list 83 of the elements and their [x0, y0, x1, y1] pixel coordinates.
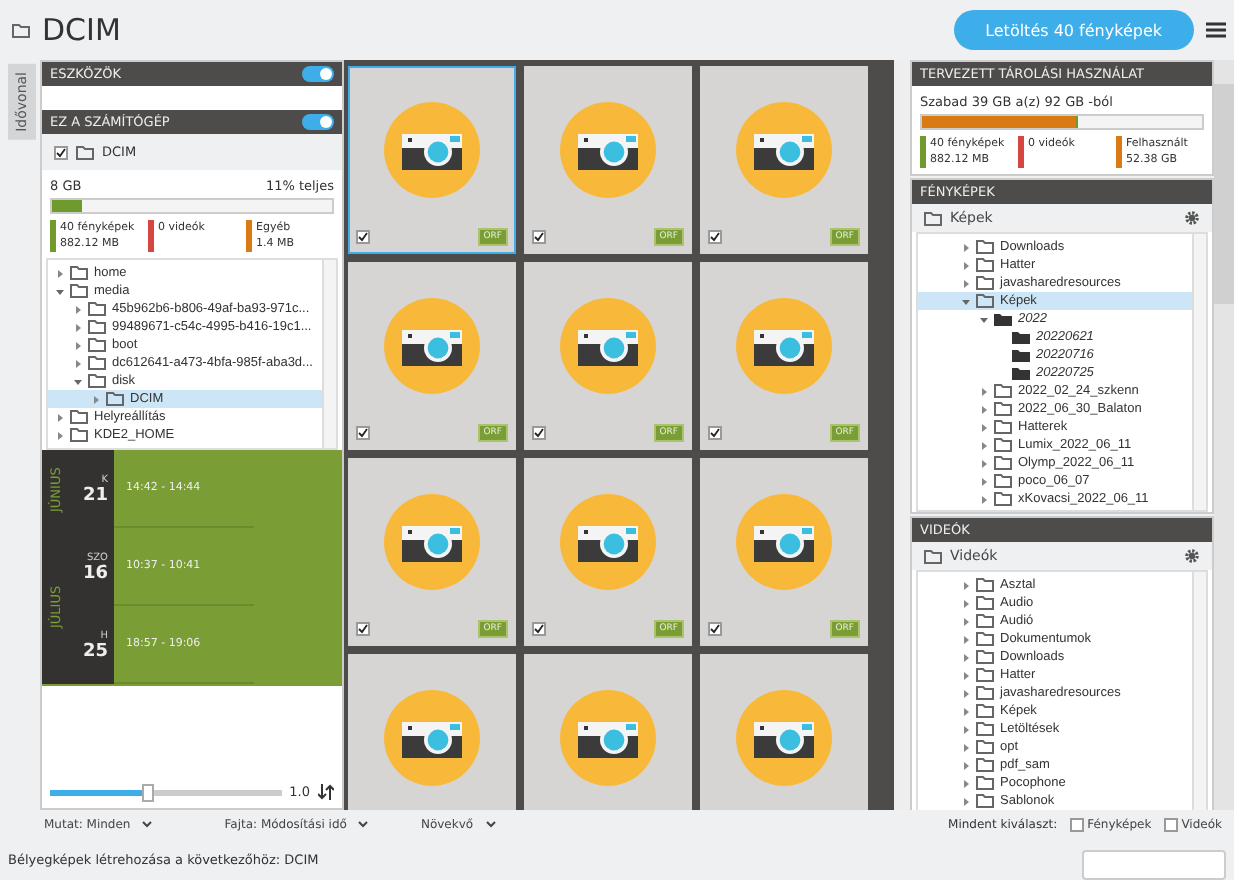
- day-number: 16: [82, 563, 108, 583]
- caret-icon[interactable]: [962, 743, 970, 751]
- caret-icon[interactable]: [980, 441, 988, 449]
- camera-icon: [560, 690, 656, 786]
- camera-icon: [736, 494, 832, 590]
- settings-icon[interactable]: [1184, 210, 1200, 226]
- caret-icon[interactable]: [74, 341, 82, 349]
- checkbox[interactable]: [1163, 817, 1178, 831]
- photo-thumbnail[interactable]: [524, 654, 692, 810]
- menu-icon[interactable]: [1206, 22, 1226, 38]
- sort-icon[interactable]: [318, 784, 334, 800]
- camera-icon: [560, 494, 656, 590]
- scrollbar[interactable]: [1192, 572, 1206, 810]
- toggle-switch[interactable]: [302, 66, 334, 82]
- caret-icon[interactable]: [74, 377, 82, 385]
- photo-thumbnail[interactable]: [348, 654, 516, 810]
- camera-icon: [560, 298, 656, 394]
- caret-icon[interactable]: [962, 761, 970, 769]
- caret-icon[interactable]: [962, 261, 970, 269]
- checkbox[interactable]: [532, 622, 546, 636]
- caret-icon[interactable]: [962, 617, 970, 625]
- settings-icon[interactable]: [1184, 548, 1200, 564]
- caret-icon[interactable]: [962, 599, 970, 607]
- caret-icon[interactable]: [962, 653, 970, 661]
- camera-icon: [736, 298, 832, 394]
- checkbox[interactable]: [708, 230, 722, 244]
- caret-icon[interactable]: [980, 477, 988, 485]
- checkbox[interactable]: [54, 145, 68, 159]
- chevron-icon: [142, 820, 153, 828]
- caret-icon[interactable]: [980, 495, 988, 503]
- camera-icon: [384, 102, 480, 198]
- checkbox[interactable]: [1069, 817, 1084, 831]
- scrollbar[interactable]: [322, 260, 336, 448]
- checkbox[interactable]: [532, 426, 546, 440]
- caret-icon[interactable]: [962, 725, 970, 733]
- photo-thumbnail[interactable]: [700, 654, 868, 810]
- checkbox[interactable]: [532, 230, 546, 244]
- caret-icon[interactable]: [980, 387, 988, 395]
- caret-icon[interactable]: [980, 315, 988, 323]
- folder-icon: [924, 211, 942, 225]
- day-number: 25: [82, 641, 108, 661]
- chevron-icon: [485, 820, 496, 828]
- checkbox[interactable]: [356, 426, 370, 440]
- caret-icon[interactable]: [980, 405, 988, 413]
- caret-icon[interactable]: [74, 323, 82, 331]
- caret-icon[interactable]: [962, 779, 970, 787]
- caret-icon[interactable]: [962, 581, 970, 589]
- caret-icon[interactable]: [56, 287, 64, 295]
- status-field[interactable]: [1082, 850, 1226, 880]
- caret-icon[interactable]: [74, 359, 82, 367]
- camera-icon: [736, 690, 832, 786]
- caret-icon[interactable]: [980, 459, 988, 467]
- folder-icon: [12, 23, 30, 37]
- checkbox[interactable]: [356, 230, 370, 244]
- caret-icon[interactable]: [74, 305, 82, 313]
- caret-icon[interactable]: [962, 279, 970, 287]
- checkbox[interactable]: [708, 426, 722, 440]
- chevron-icon: [358, 820, 369, 828]
- caret-icon[interactable]: [92, 395, 100, 403]
- caret-icon[interactable]: [962, 671, 970, 679]
- camera-icon: [560, 102, 656, 198]
- caret-icon[interactable]: [962, 297, 970, 305]
- caret-icon[interactable]: [980, 423, 988, 431]
- checkbox[interactable]: [708, 622, 722, 636]
- caret-icon[interactable]: [962, 243, 970, 251]
- camera-icon: [736, 102, 832, 198]
- window-title: DCIM: [42, 12, 123, 48]
- scrollbar[interactable]: [1192, 234, 1206, 510]
- caret-icon[interactable]: [962, 707, 970, 715]
- day-number: 21: [82, 485, 108, 505]
- caret-icon[interactable]: [962, 689, 970, 697]
- checkbox[interactable]: [356, 622, 370, 636]
- camera-icon: [384, 494, 480, 590]
- folder-icon: [76, 145, 94, 159]
- camera-icon: [384, 690, 480, 786]
- folder-icon: [924, 549, 942, 563]
- caret-icon[interactable]: [962, 797, 970, 805]
- toggle-switch[interactable]: [302, 114, 334, 130]
- caret-icon[interactable]: [56, 431, 64, 439]
- caret-icon[interactable]: [56, 413, 64, 421]
- caret-icon[interactable]: [56, 269, 64, 277]
- caret-icon[interactable]: [962, 635, 970, 643]
- camera-icon: [384, 298, 480, 394]
